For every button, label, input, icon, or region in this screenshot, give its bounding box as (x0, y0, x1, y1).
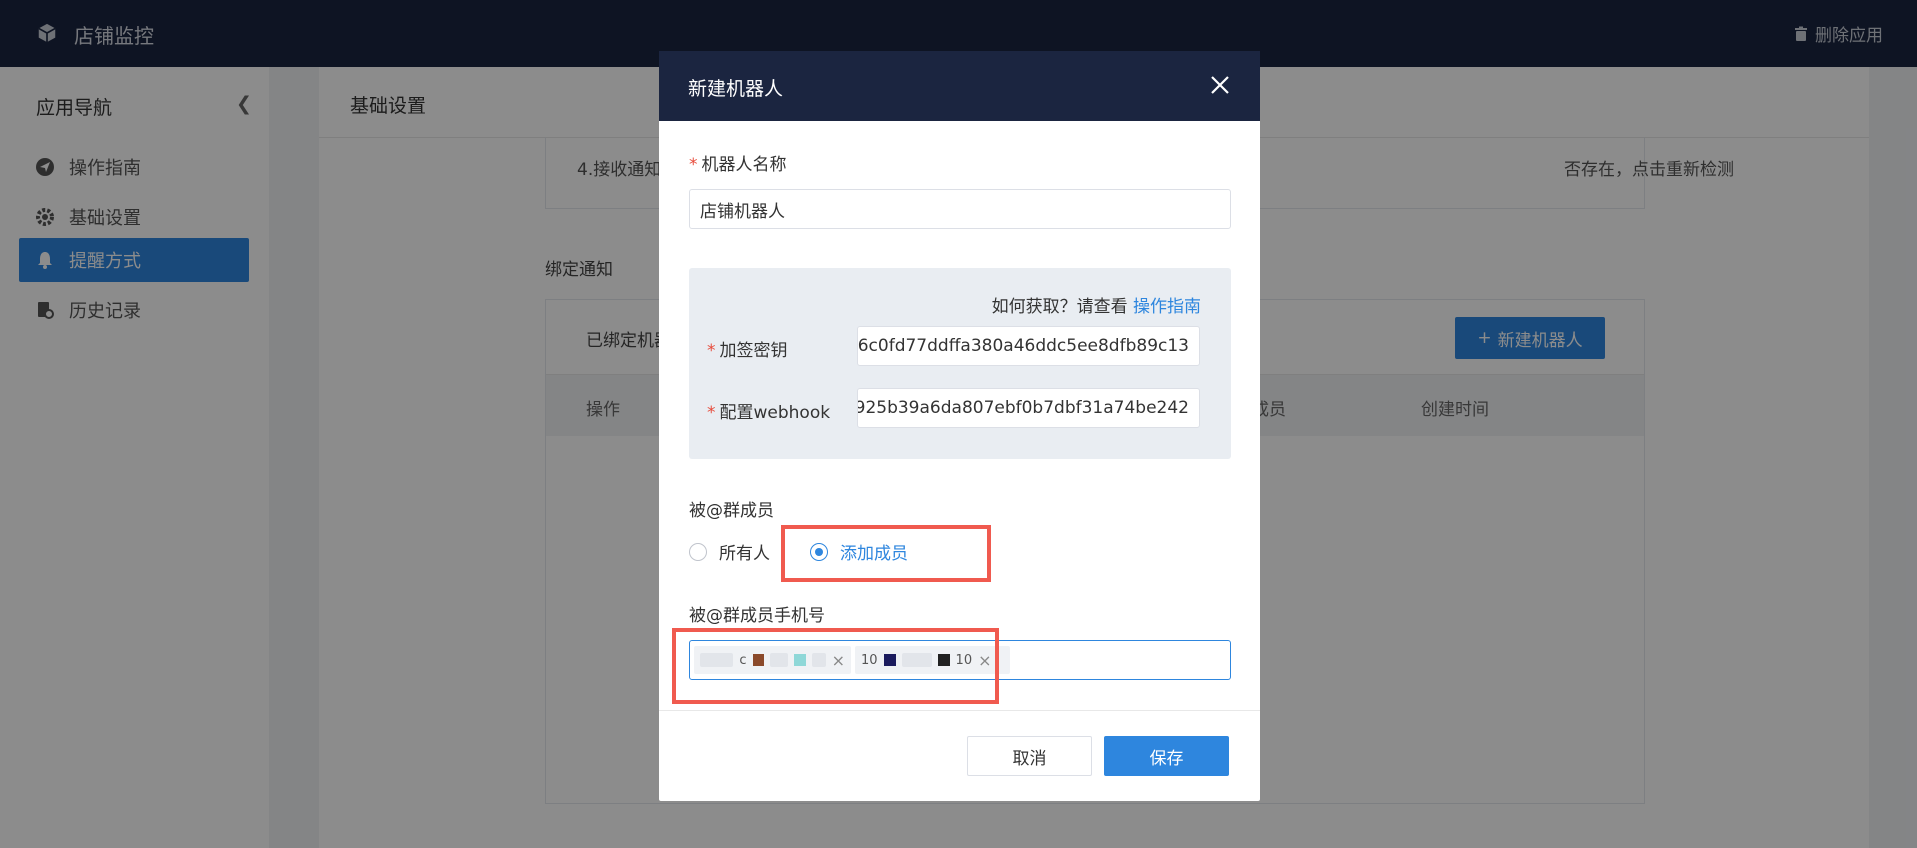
new-robot-dialog: 新建机器人 * 机器人名称 店铺机器人 如何获取？请查看 操作指南 * 加签密钥 6… (659, 51, 1260, 801)
radio-all[interactable]: 所有人 (689, 539, 770, 564)
webhook-label: * 配置webhook (707, 398, 830, 423)
webhook-label-text: 配置webhook (719, 403, 831, 423)
radio-all-label: 所有人 (719, 544, 770, 564)
phone-label: 被@群成员手机号 (689, 606, 825, 626)
mention-label: 被@群成员 (689, 501, 774, 521)
close-icon[interactable] (1208, 73, 1232, 97)
robot-name-input[interactable]: 店铺机器人 (689, 189, 1231, 229)
radio-circle (689, 542, 707, 561)
required-mark: * (689, 155, 698, 175)
highlight-box-radio (781, 525, 991, 582)
dialog-title: 新建机器人 (688, 78, 784, 100)
save-button[interactable]: 保存 (1104, 736, 1229, 776)
secret-label-text: 加签密钥 (719, 341, 788, 361)
required-mark: * (707, 341, 716, 361)
robot-name-label: * 机器人名称 (689, 150, 787, 175)
webhook-input[interactable]: 925b39a6da807ebf0b7dbf31a74be242 (857, 388, 1200, 428)
credentials-box: 如何获取？请查看 操作指南 * 加签密钥 6c0fd77ddffa380a46dd… (689, 268, 1231, 459)
dialog-footer: 取消 保存 (659, 710, 1260, 801)
how-to-get-hint: 如何获取？请查看 操作指南 (992, 292, 1201, 317)
guide-link[interactable]: 操作指南 (1133, 297, 1201, 317)
how-to-get-text: 如何获取？请查看 (991, 297, 1128, 317)
webhook-value: 925b39a6da807ebf0b7dbf31a74be242 (857, 398, 1189, 418)
highlight-box-phone (672, 628, 999, 704)
secret-input[interactable]: 6c0fd77ddffa380a46ddc5ee8dfb89c13 (857, 326, 1200, 366)
dialog-header: 新建机器人 (659, 51, 1260, 121)
secret-value: 6c0fd77ddffa380a46ddc5ee8dfb89c13 (857, 336, 1189, 356)
robot-name-value: 店铺机器人 (700, 201, 785, 222)
robot-name-label-text: 机器人名称 (701, 155, 787, 175)
secret-label: * 加签密钥 (707, 336, 788, 361)
cancel-button[interactable]: 取消 (967, 736, 1092, 776)
required-mark: * (707, 403, 716, 423)
